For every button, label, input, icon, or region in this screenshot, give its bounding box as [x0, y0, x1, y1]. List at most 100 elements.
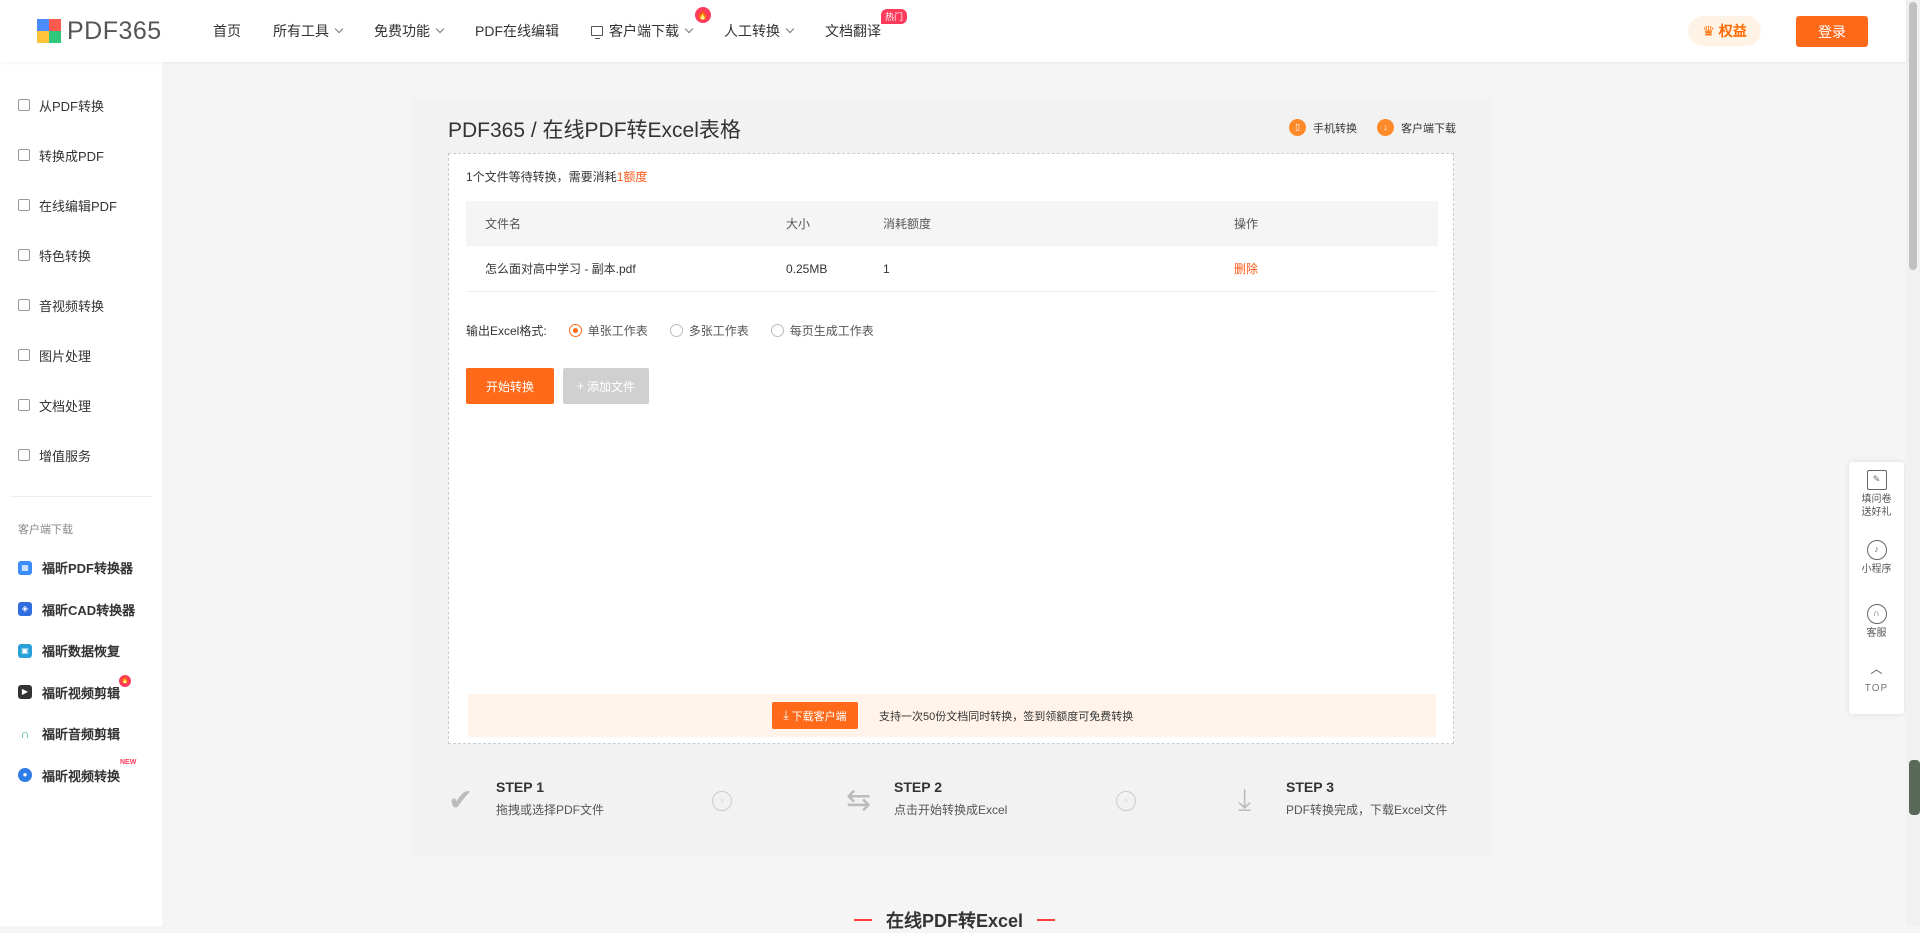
client-download-link[interactable]: ↓ 客户端下载: [1377, 119, 1456, 136]
scrollbar-thumb[interactable]: [1909, 2, 1917, 270]
radio-dot: [770, 324, 784, 337]
radio-label: 单张工作表: [587, 324, 648, 338]
benefits-button[interactable]: ♛ 权益: [1688, 16, 1761, 46]
nav-home[interactable]: 首页: [213, 21, 241, 41]
nav-free-features-label: 免费功能: [374, 23, 430, 39]
sidebar-item-label: 音视频转换: [39, 298, 105, 314]
sidebar-item-av[interactable]: 音视频转换: [0, 280, 162, 330]
client-label: 福昕音频剪辑: [42, 727, 121, 743]
converter-card: PDF365 / 在线PDF转Excel表格 ▯ 手机转换 ↓ 客户端下载 1个文件…: [412, 99, 1492, 857]
customer-service-label: 客服: [1866, 628, 1887, 639]
table-row: 怎么面对高中学习 - 副本.pdf 0.25MB 1 删除: [466, 246, 1438, 292]
back-to-top-button[interactable]: ︿ TOP: [1849, 654, 1904, 704]
sidebar-item-from-pdf[interactable]: 从PDF转换: [0, 80, 162, 130]
check-icon: ✔: [448, 784, 474, 817]
sidebar-item-special[interactable]: 特色转换: [0, 230, 162, 280]
copy-icon: [18, 299, 30, 311]
mobile-convert-link[interactable]: ▯ 手机转换: [1289, 119, 1357, 136]
delete-button[interactable]: 删除: [1234, 262, 1258, 276]
sidebar-item-label: 转换成PDF: [39, 148, 105, 164]
file-cost: 1: [883, 261, 890, 276]
login-button[interactable]: 登录: [1796, 16, 1868, 47]
image-icon: [18, 349, 30, 361]
client-pdf-converter[interactable]: ▦ 福昕PDF转换器: [0, 547, 162, 589]
radio-single-sheet[interactable]: 单张工作表: [568, 322, 648, 339]
download-client-button[interactable]: ⤓ 下载客户端: [772, 702, 858, 729]
fire-icon: 🔥: [695, 7, 711, 23]
client-data-recovery[interactable]: ▣ 福昕数据恢复: [0, 630, 162, 672]
sidebar-item-value-added[interactable]: 增值服务: [0, 430, 162, 480]
benefits-label: 权益: [1718, 23, 1747, 39]
chevron-down-icon: [684, 24, 694, 34]
file-info: 1个文件等待转换，需要消耗1额度: [466, 168, 647, 185]
client-video-converter[interactable]: ● 福昕视频转换 NEW: [0, 755, 162, 797]
convert-icon: [18, 99, 30, 111]
radio-per-page-sheet[interactable]: 每页生成工作表: [770, 322, 874, 339]
monitor-icon: [591, 26, 603, 39]
mini-program-label: 小程序: [1861, 564, 1892, 575]
logo-text: PDF365: [67, 16, 162, 45]
sidebar-item-label: 文档处理: [39, 398, 92, 414]
nav-all-tools[interactable]: 所有工具: [273, 21, 344, 41]
sidebar-item-to-pdf[interactable]: 转换成PDF: [0, 130, 162, 180]
nav-doc-translate[interactable]: 文档翻译 热门: [825, 9, 907, 41]
video-play-icon: ▶: [18, 685, 32, 700]
promo-bar: ⤓ 下载客户端 支持一次50份文档同时转换，签到领额度可免费转换: [468, 694, 1436, 737]
main-nav: 首页 所有工具 免费功能 PDF在线编辑 客户端下载 🔥 人工转换 文档翻译 热门: [213, 7, 913, 41]
file-table: 文件名 大小 消耗额度 操作 怎么面对高中学习 - 副本.pdf 0.25MB …: [466, 201, 1438, 292]
sidebar-item-edit-pdf[interactable]: 在线编辑PDF: [0, 180, 162, 230]
hot-badge: 热门: [880, 9, 907, 24]
client-label: 福昕视频剪辑: [42, 685, 121, 701]
client-cad-converter[interactable]: ◈ 福昕CAD转换器: [0, 589, 162, 631]
client-video-editor[interactable]: ▶ 福昕视频剪辑 🔥: [0, 672, 162, 714]
nav-manual-convert[interactable]: 人工转换: [724, 21, 795, 41]
swap-icon: ⇆: [846, 784, 872, 817]
divider: [1037, 919, 1056, 921]
client-audio-editor[interactable]: ∩ 福昕音频剪辑: [0, 713, 162, 755]
download-client-label: 下载客户端: [791, 710, 847, 723]
list-icon: [18, 449, 30, 461]
radio-label: 每页生成工作表: [789, 324, 874, 338]
mini-program-button[interactable]: ♪ 小程序: [1849, 526, 1904, 590]
new-badge: NEW: [120, 758, 137, 766]
chevron-down-icon: [334, 24, 344, 34]
step-2: ⇆ STEP 2 点击开始转换成Excel: [846, 779, 1007, 818]
arrow-right-icon: ›: [712, 791, 732, 811]
sidebar-section-title: 客户端下载: [18, 524, 73, 536]
radio-multi-sheet[interactable]: 多张工作表: [669, 322, 749, 339]
col-size: 大小: [786, 217, 811, 231]
download-icon: ↓: [1377, 119, 1394, 136]
client-label: 福昕CAD转换器: [42, 602, 136, 618]
file-name: 怎么面对高中学习 - 副本.pdf: [485, 262, 636, 276]
step-3: ⤓ STEP 3 PDF转换完成，下载Excel文件: [1238, 779, 1447, 818]
survey-label: 填问卷送好礼: [1861, 493, 1892, 518]
edit-icon: [18, 199, 30, 211]
survey-button[interactable]: ✎ 填问卷送好礼: [1849, 462, 1904, 526]
radio-dot: [568, 324, 582, 337]
video-convert-icon: ●: [18, 768, 32, 783]
chevron-up-icon: ︿: [1870, 662, 1883, 676]
col-action: 操作: [1234, 217, 1259, 231]
logo[interactable]: PDF365: [37, 17, 187, 46]
headset-icon: ∩: [1866, 604, 1887, 624]
nav-pdf-edit[interactable]: PDF在线编辑: [475, 21, 559, 41]
add-file-label: 添加文件: [587, 379, 636, 394]
start-convert-button[interactable]: 开始转换: [466, 368, 554, 404]
format-label: 输出Excel格式:: [466, 324, 547, 338]
edge-widget[interactable]: [1909, 760, 1920, 815]
float-toolbar: ✎ 填问卷送好礼 ♪ 小程序 ∩ 客服 ︿ TOP: [1849, 462, 1904, 714]
sidebar-item-doc[interactable]: 文档处理: [0, 380, 162, 430]
nav-all-tools-label: 所有工具: [273, 23, 329, 39]
file-info-prefix: 1个文件等待转换，需要消耗: [466, 170, 617, 184]
sidebar-item-image[interactable]: 图片处理: [0, 330, 162, 380]
format-options: 输出Excel格式: 单张工作表 多张工作表 每页生成工作表: [466, 322, 874, 339]
page-title: PDF365 / 在线PDF转Excel表格: [448, 119, 741, 142]
nav-client-download-label: 客户端下载: [609, 23, 679, 39]
customer-service-button[interactable]: ∩ 客服: [1849, 590, 1904, 654]
nav-free-features[interactable]: 免费功能: [374, 21, 445, 41]
add-file-button[interactable]: + 添加文件: [563, 368, 649, 404]
download-tray-icon: ⤓: [1238, 784, 1252, 817]
file-info-suffix: 额度: [623, 170, 648, 184]
cad-icon: ◈: [18, 602, 32, 617]
nav-client-download[interactable]: 客户端下载 🔥: [591, 7, 711, 41]
